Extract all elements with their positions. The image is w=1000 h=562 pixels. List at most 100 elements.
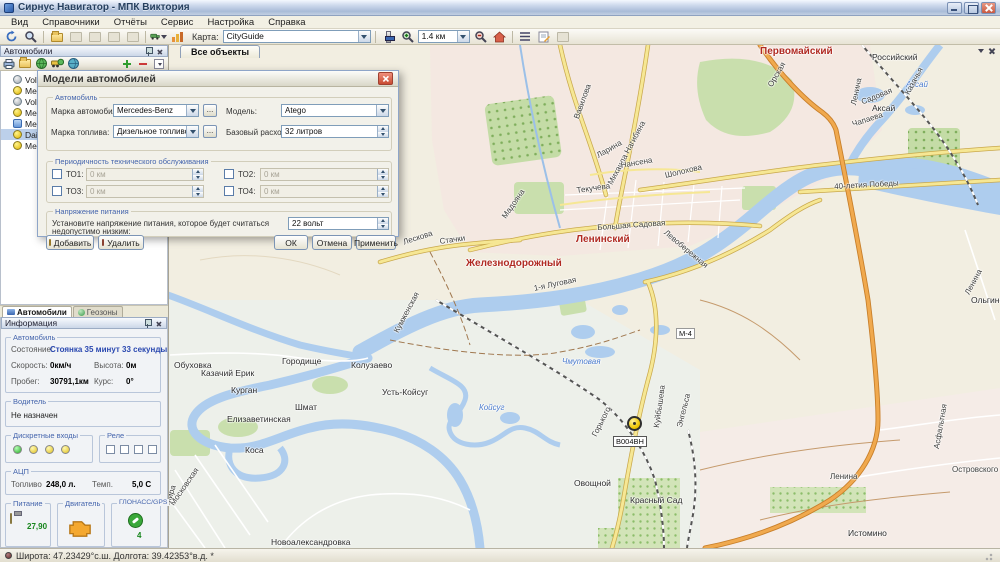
input-led-icon bbox=[29, 445, 38, 454]
zoom-slider[interactable] bbox=[380, 30, 397, 44]
chevron-down-icon[interactable] bbox=[186, 105, 198, 116]
to3-field[interactable]: 0 км bbox=[86, 185, 204, 198]
group-label: Дискретные входы bbox=[11, 431, 80, 440]
dialog-title-bar[interactable]: Модели автомобилей bbox=[38, 71, 398, 87]
group-label: Питание bbox=[11, 499, 45, 508]
scale-select[interactable]: 1.4 км bbox=[418, 30, 470, 43]
brand-browse-button[interactable]: ... bbox=[203, 104, 217, 117]
to1-checkbox[interactable] bbox=[52, 169, 62, 179]
home-button[interactable] bbox=[491, 30, 508, 44]
menu-item[interactable]: Справка bbox=[261, 17, 312, 28]
vehicle-status-icon bbox=[13, 141, 22, 150]
map-label: Истомино bbox=[848, 528, 887, 538]
extra-button[interactable] bbox=[555, 30, 572, 44]
fuel-browse-button[interactable]: ... bbox=[203, 125, 217, 138]
remove-vehicle-button[interactable] bbox=[136, 58, 150, 70]
edit-note-button[interactable] bbox=[536, 30, 553, 44]
cancel-button[interactable]: Отмена bbox=[312, 235, 352, 250]
mileage-label: Пробег: bbox=[11, 377, 40, 386]
menu-item[interactable]: Отчёты bbox=[107, 17, 154, 28]
to4-label: ТО4: bbox=[238, 187, 255, 196]
to2-checkbox[interactable] bbox=[224, 169, 234, 179]
consumption-spinner[interactable]: 32 литров bbox=[281, 125, 389, 138]
report-chart-button[interactable] bbox=[169, 30, 186, 44]
pin-icon[interactable] bbox=[145, 47, 152, 56]
temp-value: 5,0 С bbox=[132, 480, 151, 489]
show-on-map-button[interactable] bbox=[50, 58, 64, 70]
vehicle-marker[interactable] bbox=[627, 416, 642, 431]
info-panel-title: Информация bbox=[5, 318, 141, 328]
print-button[interactable] bbox=[86, 30, 103, 44]
save-button[interactable] bbox=[67, 30, 84, 44]
folder-icon bbox=[51, 33, 63, 42]
tab-close-icon[interactable] bbox=[987, 46, 996, 55]
relay-checkbox[interactable] bbox=[106, 445, 115, 454]
relay-checkbox[interactable] bbox=[148, 445, 157, 454]
close-button[interactable] bbox=[981, 2, 996, 14]
edit-button[interactable] bbox=[18, 58, 32, 70]
tab-vehicles[interactable]: Автомобили bbox=[2, 306, 72, 317]
resize-grip[interactable] bbox=[985, 551, 995, 561]
car-icon bbox=[7, 309, 15, 315]
map-label: Колузаево bbox=[351, 360, 392, 370]
to1-field[interactable]: 0 км bbox=[86, 168, 204, 181]
copy-button[interactable] bbox=[105, 30, 122, 44]
search-button[interactable] bbox=[22, 30, 39, 44]
print-button[interactable] bbox=[2, 58, 16, 70]
close-icon[interactable] bbox=[155, 319, 162, 326]
to4-checkbox[interactable] bbox=[224, 186, 234, 196]
minimize-button[interactable] bbox=[947, 2, 962, 14]
refresh-button[interactable] bbox=[3, 30, 20, 44]
to3-checkbox[interactable] bbox=[52, 186, 62, 196]
brand-select[interactable]: Mercedes-Benz bbox=[113, 104, 199, 117]
menu-item[interactable]: Настройка bbox=[200, 17, 261, 28]
pin-icon[interactable] bbox=[144, 319, 151, 328]
tab-scroll-icon[interactable] bbox=[978, 49, 984, 56]
folder-icon bbox=[19, 59, 31, 68]
relay-checkbox[interactable] bbox=[120, 445, 129, 454]
map-select[interactable]: CityGuide bbox=[223, 30, 371, 43]
menu-item[interactable]: Справочники bbox=[35, 17, 107, 28]
fuel-select[interactable]: Дизельное топливо bbox=[113, 125, 199, 138]
to2-field[interactable]: 0 км bbox=[260, 168, 389, 181]
voltage-spinner[interactable]: 22 вольт bbox=[288, 217, 389, 230]
consumption-value: 32 литров bbox=[282, 126, 377, 137]
brand-value: Mercedes-Benz bbox=[114, 105, 186, 116]
model-select[interactable]: Atego bbox=[281, 104, 389, 117]
to2-label: ТО2: bbox=[238, 170, 255, 179]
road-number-badge: М-4 bbox=[676, 328, 695, 339]
zoom-in-button[interactable] bbox=[399, 30, 416, 44]
chevron-down-icon[interactable] bbox=[186, 126, 198, 137]
to4-field[interactable]: 0 км bbox=[260, 185, 389, 198]
globe-button[interactable] bbox=[34, 58, 48, 70]
measure-button[interactable] bbox=[124, 30, 141, 44]
map-label: Красный Сад bbox=[630, 495, 683, 505]
menu-item[interactable]: Вид bbox=[4, 17, 35, 28]
open-folder-button[interactable] bbox=[48, 30, 65, 44]
dialog-close-button[interactable] bbox=[378, 72, 393, 85]
add-vehicle-button[interactable] bbox=[120, 58, 134, 70]
ok-button[interactable]: ОК bbox=[274, 235, 308, 250]
chevron-down-icon[interactable] bbox=[376, 105, 388, 116]
remove-button[interactable]: Удалить bbox=[98, 235, 144, 250]
battery-icon bbox=[10, 513, 12, 524]
chevron-down-icon[interactable] bbox=[358, 31, 370, 42]
view-dropdown[interactable] bbox=[152, 58, 166, 70]
chevron-down-icon[interactable] bbox=[457, 31, 469, 42]
globe2-button[interactable] bbox=[66, 58, 80, 70]
spin-down-icon[interactable] bbox=[378, 132, 388, 138]
spin-down-icon[interactable] bbox=[378, 224, 388, 230]
menu-item[interactable]: Сервис bbox=[154, 17, 201, 28]
apply-button[interactable]: Применить bbox=[356, 235, 396, 250]
temp-label: Темп. bbox=[92, 480, 113, 489]
relay-checkbox[interactable] bbox=[134, 445, 143, 454]
tab-all-objects[interactable]: Все объекты bbox=[180, 45, 260, 58]
dock-tabs: Автомобили Геозоны bbox=[0, 305, 168, 317]
tab-geozones[interactable]: Геозоны bbox=[73, 306, 123, 317]
close-icon[interactable] bbox=[156, 47, 163, 54]
maximize-button[interactable] bbox=[964, 2, 979, 14]
track-button[interactable] bbox=[150, 30, 167, 44]
zoom-out-button[interactable] bbox=[472, 30, 489, 44]
legend-button[interactable] bbox=[517, 30, 534, 44]
add-button[interactable]: Добавить bbox=[46, 235, 94, 250]
